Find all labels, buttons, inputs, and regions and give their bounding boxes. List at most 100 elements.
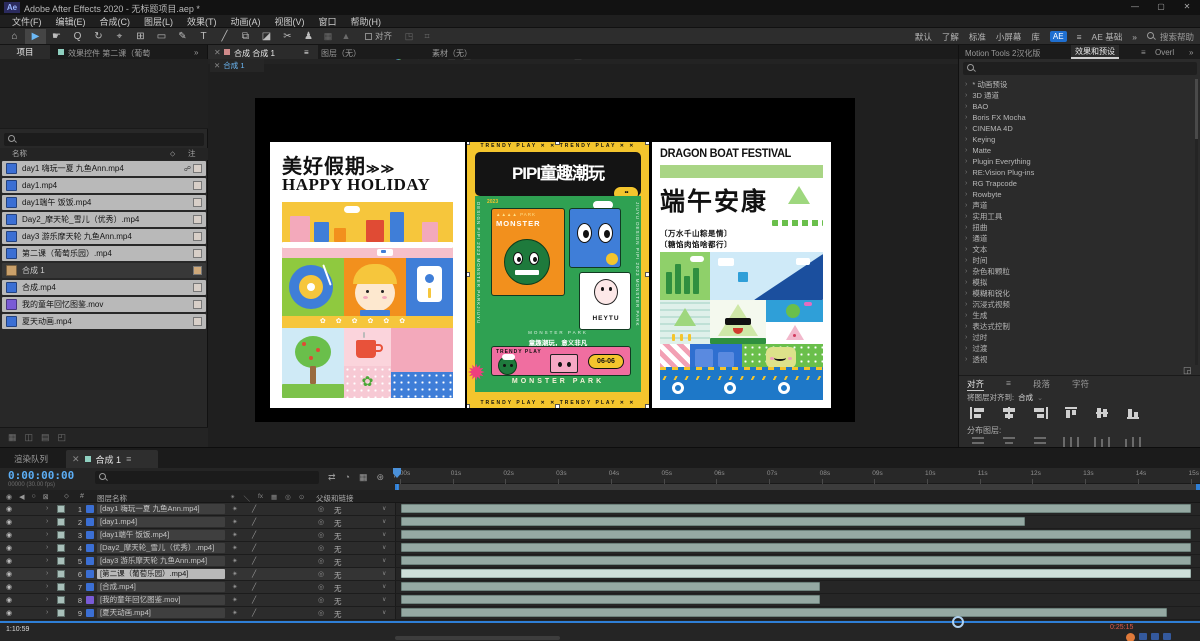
layer-duration-bar[interactable] — [401, 556, 1191, 565]
timeline-layer-row[interactable]: ◉ › 6 [第二课（葡萄乐园）.mp4] ✴ ╱ ◎ 无 ∨ — [0, 568, 1200, 581]
effect-category[interactable]: › 通道 — [961, 233, 1193, 244]
tab-composition[interactable]: ✕ 合成 合成 1 ≡ — [208, 45, 318, 59]
parent-select[interactable]: 无 — [334, 570, 342, 581]
align-center-h-button[interactable] — [998, 406, 1020, 420]
label-color-chip[interactable] — [193, 164, 202, 173]
layer-duration-bar[interactable] — [401, 517, 1026, 526]
minimize-button[interactable]: — — [1122, 0, 1148, 14]
menu-item[interactable]: 效果(T) — [181, 15, 223, 28]
workspace-overflow-icon[interactable]: » — [1132, 32, 1137, 42]
layer-lane[interactable] — [395, 568, 1200, 580]
column-note[interactable]: 注 — [188, 148, 196, 160]
selection-handle[interactable] — [645, 272, 649, 277]
pick-whip-icon[interactable]: ◎ — [318, 518, 324, 526]
project-item[interactable]: Day2_摩天轮_雪儿（优秀）.mp4 — [2, 212, 206, 227]
video-switch-icon[interactable]: ◉ — [6, 531, 12, 539]
expand-caret-icon[interactable]: › — [46, 531, 48, 538]
layer-name[interactable]: [合成.mp4] — [97, 582, 225, 592]
layer-name[interactable]: [day3 游乐摩天轮 九鱼Ann.mp4] — [97, 556, 225, 566]
effect-category[interactable]: › 透视 — [961, 354, 1193, 365]
layer-color-swatch[interactable] — [57, 544, 65, 552]
label-color-chip[interactable] — [193, 283, 202, 292]
menu-item[interactable]: 文件(F) — [6, 15, 48, 28]
timeline-layer-row[interactable]: ◉ › 1 [day1 嗨玩一夏 九鱼Ann.mp4] ✴ ╱ ◎ 无 ∨ — [0, 503, 1200, 516]
timeline-hscrollbar[interactable] — [395, 636, 560, 640]
effects-search-input[interactable] — [963, 62, 1197, 75]
parent-select[interactable]: 无 — [334, 596, 342, 607]
pan-behind-tool[interactable]: ⊞ — [130, 29, 151, 44]
shy-icon[interactable]: ◔ — [345, 472, 350, 483]
video-switch-icon[interactable]: ◉ — [6, 518, 12, 526]
timeline-search-input[interactable] — [95, 471, 319, 484]
video-switch-icon[interactable]: ◉ — [6, 544, 12, 552]
mask-shape-tool[interactable]: ▭ — [151, 29, 172, 44]
timeline-layer-row[interactable]: ◉ › 7 [合成.mp4] ✴ ╱ ◎ 无 ∨ — [0, 581, 1200, 594]
layer-color-swatch[interactable] — [57, 518, 65, 526]
pick-whip-icon[interactable]: ◎ — [318, 596, 324, 604]
selection-handle[interactable] — [555, 404, 560, 408]
layer-duration-bar[interactable] — [401, 582, 820, 591]
pick-whip-icon[interactable]: ◎ — [318, 570, 324, 578]
type-tool[interactable]: T — [193, 29, 214, 44]
parent-select[interactable]: 无 — [334, 518, 342, 529]
effect-category[interactable]: › 沉浸式视频 — [961, 299, 1193, 310]
layer-lane[interactable] — [395, 542, 1200, 554]
video-switch-icon[interactable]: ◉ — [6, 570, 12, 578]
poster-happy-holiday[interactable]: 美好假期≫≫ HAPPY HOLIDAY ✿✿✿✿✿✿ ✿ — [270, 142, 465, 408]
panel-menu-icon[interactable]: ≡ — [1006, 378, 1011, 391]
layer-name[interactable]: [第二课（葡萄乐园）.mp4] — [97, 569, 225, 579]
label-column-icon[interactable]: ⬦ — [170, 148, 175, 160]
player-seek-bar[interactable] — [0, 621, 1200, 623]
current-time-display[interactable]: 0:00:00:00 — [8, 469, 74, 482]
project-item[interactable]: day1端午 饭饭.mp4 — [2, 195, 206, 210]
quality-switch-icon[interactable]: ✴ — [232, 583, 238, 591]
timeline-layer-row[interactable]: ◉ › 5 [day3 游乐摩天轮 九鱼Ann.mp4] ✴ ╱ ◎ 无 ∨ — [0, 555, 1200, 568]
effect-category[interactable]: › 模拟 — [961, 277, 1193, 288]
pick-whip-icon[interactable]: ◎ — [318, 609, 324, 617]
effect-category[interactable]: › Keying — [961, 134, 1193, 145]
player-button-icon[interactable] — [1163, 633, 1171, 640]
effect-category[interactable]: › 杂色和颗粒 — [961, 266, 1193, 277]
effect-category[interactable]: › 声道 — [961, 200, 1193, 211]
tab-overflow-icon[interactable]: » — [1189, 48, 1193, 57]
quality-slash-icon[interactable]: ╱ — [252, 570, 256, 578]
workspace-item[interactable]: 库 — [1031, 31, 1040, 43]
tab-align[interactable]: 对齐 — [967, 378, 985, 391]
layer-lane[interactable] — [395, 555, 1200, 567]
label-color-chip[interactable] — [193, 232, 202, 241]
parent-select[interactable]: 无 — [334, 505, 342, 516]
layer-name[interactable]: [夏天动画.mp4] — [97, 608, 225, 618]
label-color-chip[interactable] — [193, 215, 202, 224]
panel-menu-icon[interactable]: ≡ — [304, 48, 309, 57]
parent-select[interactable]: 无 — [334, 544, 342, 555]
timeline-layer-row[interactable]: ◉ › 8 [我的童年回忆图鉴.mov] ✴ ╱ ◎ 无 ∨ — [0, 594, 1200, 607]
expand-caret-icon[interactable]: › — [46, 596, 48, 603]
layer-color-swatch[interactable] — [57, 609, 65, 617]
layer-color-swatch[interactable] — [57, 531, 65, 539]
tab-project[interactable]: 项目 — [0, 45, 50, 59]
workspace-chip[interactable]: AE — [1049, 31, 1067, 42]
selection-handle[interactable] — [467, 404, 470, 408]
label-color-chip[interactable] — [193, 317, 202, 326]
quality-switch-icon[interactable]: ✴ — [232, 609, 238, 617]
effect-category[interactable]: › RE:Vision Plug-ins — [961, 167, 1193, 178]
project-search-input[interactable] — [4, 133, 204, 146]
video-switch-icon[interactable]: ◉ — [6, 583, 12, 591]
eraser-tool[interactable]: ◪ — [256, 29, 277, 44]
parent-select[interactable]: 无 — [334, 583, 342, 594]
menu-item[interactable]: 帮助(H) — [345, 15, 388, 28]
menu-item[interactable]: 图层(L) — [138, 15, 179, 28]
menu-item[interactable]: 编辑(E) — [50, 15, 92, 28]
project-item[interactable]: 第二课（葡萄乐园）.mp4 — [2, 246, 206, 261]
project-item[interactable]: day1 嗨玩一夏 九鱼Ann.mp4 ☍ — [2, 161, 206, 176]
solo-switch-icon[interactable]: ○ — [32, 493, 36, 501]
quality-slash-icon[interactable]: ╱ — [252, 518, 256, 526]
workspace-menu-icon[interactable]: ≡ — [1077, 32, 1082, 42]
roto-brush-tool[interactable]: ✂ — [277, 29, 298, 44]
layer-duration-bar[interactable] — [401, 543, 1191, 552]
pen-tool[interactable]: ✎ — [172, 29, 193, 44]
layer-lane[interactable] — [395, 594, 1200, 606]
pick-whip-icon[interactable]: ◎ — [318, 544, 324, 552]
new-composition-icon[interactable]: ▤ — [41, 432, 50, 443]
poster-pipi-trendy-play[interactable]: TRENDY PLAY ✕ ✕ TRENDY PLAY ✕ ✕ PIPI童趣潮玩… — [467, 142, 649, 408]
